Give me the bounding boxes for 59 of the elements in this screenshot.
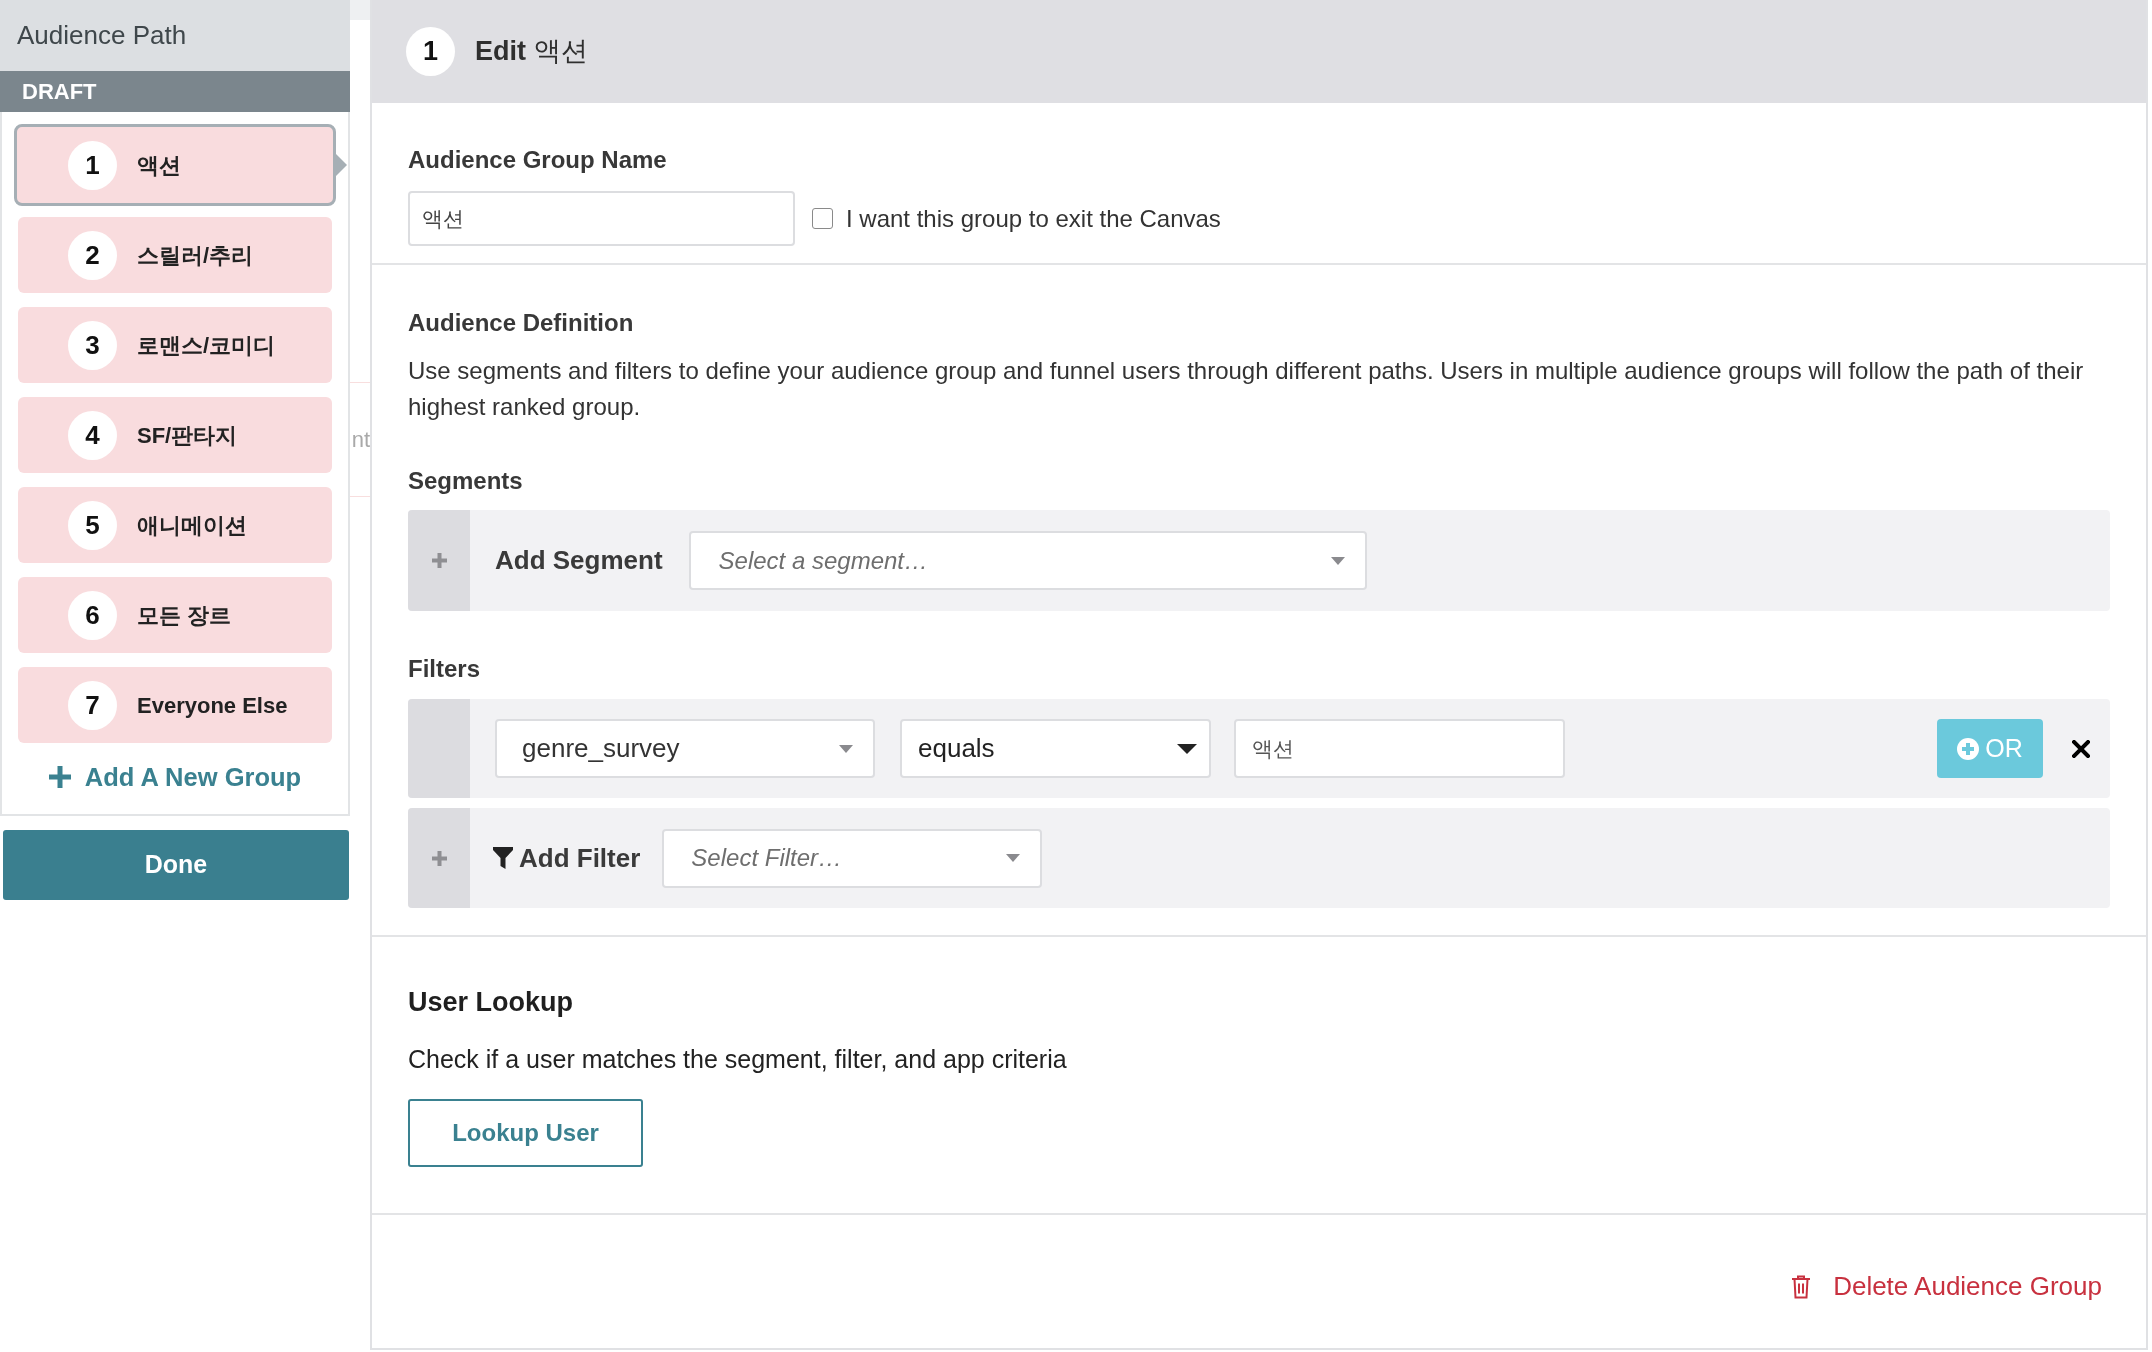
plus-icon xyxy=(431,553,447,568)
add-group-button[interactable]: Add A New Group xyxy=(14,762,336,792)
pointer-arrow-icon xyxy=(336,154,347,176)
add-segment-label: Add Segment xyxy=(495,544,663,577)
group-label: 로맨스/코미디 xyxy=(137,331,276,360)
property-select[interactable]: genre_survey xyxy=(495,719,875,778)
sidebar-item[interactable]: 7 Everyone Else xyxy=(18,667,332,743)
group-label: 스릴러/추리 xyxy=(137,241,254,270)
filter-value-input[interactable]: 액션 xyxy=(1234,719,1565,778)
caret-icon xyxy=(839,744,853,753)
group-number: 5 xyxy=(68,500,117,550)
caret-icon xyxy=(1006,854,1021,862)
plus-circle-icon xyxy=(1957,737,1980,760)
filter-icon xyxy=(493,847,513,869)
sidebar-item[interactable]: 6 모든 장르 xyxy=(18,577,332,653)
sidebar-title: Audience Path xyxy=(0,0,350,71)
group-name-input[interactable]: 액션 xyxy=(408,191,795,246)
filter-select[interactable]: Select Filter… xyxy=(662,828,1043,888)
checkbox-label: I want this group to exit the Canvas xyxy=(846,203,1221,234)
operator-select[interactable]: equals xyxy=(900,719,1211,778)
step-number: 1 xyxy=(406,27,455,76)
sidebar-item[interactable]: 2 스릴러/추리 xyxy=(18,217,332,293)
status-label: DRAFT xyxy=(0,71,350,112)
close-icon[interactable] xyxy=(2072,739,2090,758)
trash-icon xyxy=(1791,1274,1812,1299)
section-title: User Lookup xyxy=(408,986,575,1019)
section-description: Use segments and filters to define your audience group and funnel users through different paths. Users in multiple audience groups will follow the path of their highest ranked group. xyxy=(408,356,2085,422)
delete-group-button[interactable]: Delete Audience Group xyxy=(1791,1267,2102,1306)
group-label: 애니메이션 xyxy=(137,511,247,540)
canvas-top-bar xyxy=(350,0,370,20)
group-number: 1 xyxy=(68,140,117,190)
group-number: 7 xyxy=(68,680,117,730)
lookup-user-button[interactable]: Lookup User xyxy=(408,1099,643,1167)
sidebar-item[interactable]: 4 SF/판타지 xyxy=(18,397,332,473)
group-number: 2 xyxy=(68,230,117,280)
section-description: Check if a user matches the segment, filter, and app criteria xyxy=(408,1044,1068,1074)
group-label: SF/판타지 xyxy=(137,421,238,450)
group-number: 4 xyxy=(68,410,117,460)
plus-icon xyxy=(431,850,447,866)
sidebar-item[interactable]: 5 애니메이션 xyxy=(18,487,332,563)
group-number: 6 xyxy=(68,590,117,640)
caret-icon xyxy=(1177,743,1197,754)
panel-title: Edit 액션 xyxy=(475,35,588,69)
field-label: Filters xyxy=(408,654,482,684)
add-filter-label: Add Filter xyxy=(519,841,641,875)
group-label: 액션 xyxy=(137,151,181,180)
field-label: Segments xyxy=(408,466,524,496)
done-button[interactable]: Done xyxy=(3,830,349,900)
plus-icon xyxy=(48,766,71,788)
field-label: Audience Group Name xyxy=(408,145,668,175)
group-number: 3 xyxy=(68,320,117,370)
canvas-text-fragment: nt xyxy=(351,428,370,451)
group-label: Everyone Else xyxy=(137,691,288,720)
group-label: 모든 장르 xyxy=(137,601,232,630)
segment-select[interactable]: Select a segment… xyxy=(688,531,1367,590)
sidebar-item[interactable]: 3 로맨스/코미디 xyxy=(18,307,332,383)
caret-icon xyxy=(1330,556,1345,565)
checkbox[interactable] xyxy=(812,208,833,229)
section-title: Audience Definition xyxy=(408,308,635,338)
